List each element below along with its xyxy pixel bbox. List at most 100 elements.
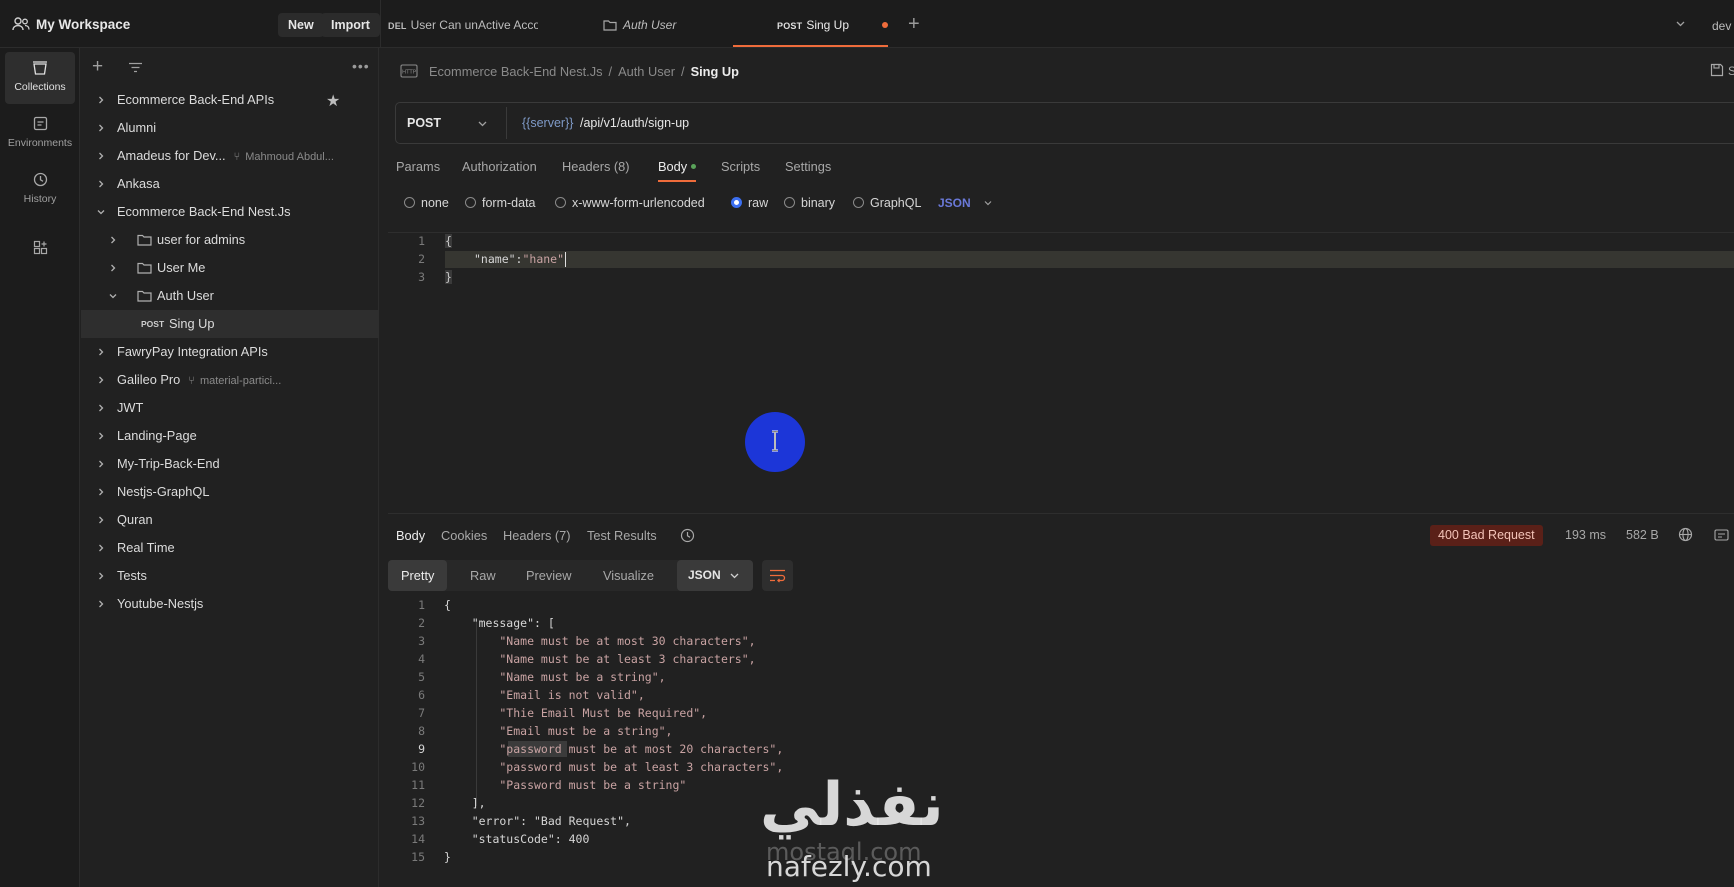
- save-response-icon[interactable]: [1714, 529, 1729, 541]
- environment-selector[interactable]: dev: [1712, 19, 1731, 33]
- rail-history[interactable]: History: [5, 164, 75, 216]
- line-number: 2: [418, 252, 425, 266]
- filter-icon[interactable]: [128, 62, 143, 73]
- tab-params[interactable]: Params: [396, 159, 440, 174]
- divider: [380, 0, 381, 48]
- sidebar-item-sing-up[interactable]: POST Sing Up: [81, 310, 379, 338]
- tab-sing-up[interactable]: POST Sing Up: [733, 0, 888, 48]
- code-line: "password must be at least 3 characters"…: [444, 760, 784, 774]
- tab-headers[interactable]: Headers (8): [562, 159, 630, 174]
- sidebar-item-tests[interactable]: Tests: [81, 562, 379, 590]
- body-mode-raw[interactable]: raw: [731, 196, 768, 210]
- import-button[interactable]: Import: [321, 13, 380, 37]
- url-variable[interactable]: {{server}}: [522, 116, 573, 130]
- radio-label: x-www-form-urlencoded: [572, 196, 705, 210]
- line-number: 7: [418, 706, 425, 720]
- chevron-down-icon[interactable]: [730, 571, 739, 580]
- sidebar-item-amadeus[interactable]: Amadeus for Dev... ⑂ Mahmoud Abdul...: [81, 142, 379, 170]
- response-language-select[interactable]: JSON: [677, 560, 753, 591]
- globe-icon[interactable]: [1678, 527, 1693, 542]
- body-indicator-dot: [691, 164, 696, 169]
- format-visualize[interactable]: Visualize: [590, 560, 667, 591]
- response-size[interactable]: 582 B: [1626, 528, 1659, 542]
- response-tab-headers[interactable]: Headers (7): [503, 528, 571, 543]
- url-input[interactable]: /api/v1/auth/sign-up: [580, 116, 689, 130]
- apps-grid-icon: [33, 240, 47, 255]
- code-line: }: [444, 850, 451, 864]
- format-pretty[interactable]: Pretty: [388, 560, 448, 591]
- sidebar-item-my-trip[interactable]: My-Trip-Back-End: [81, 450, 379, 478]
- sidebar-item-label: My-Trip-Back-End: [117, 456, 220, 471]
- response-tab-test-results[interactable]: Test Results: [587, 528, 657, 543]
- body-mode-form-data[interactable]: form-data: [465, 196, 536, 210]
- tab-body[interactable]: Body: [658, 159, 687, 174]
- chevron-right-icon: [99, 180, 104, 188]
- tab-scripts[interactable]: Scripts: [721, 159, 760, 174]
- sidebar-item-ankasa[interactable]: Ankasa: [81, 170, 379, 198]
- request-body-editor[interactable]: [388, 232, 1734, 514]
- body-mode-none[interactable]: none: [404, 196, 449, 210]
- sidebar-item-label: Youtube-Nestjs: [117, 596, 204, 611]
- tab-auth-user[interactable]: Auth User: [603, 0, 753, 48]
- history-icon[interactable]: [680, 528, 695, 543]
- star-icon[interactable]: ★: [326, 91, 340, 111]
- environment-icon: [33, 116, 47, 131]
- sidebar-item-user-for-admins[interactable]: user for admins: [81, 226, 379, 254]
- breadcrumb-current[interactable]: Sing Up: [691, 64, 739, 79]
- sidebar-item-fawrypay[interactable]: FawryPay Integration APIs: [81, 338, 379, 366]
- save-button-label[interactable]: S: [1728, 64, 1734, 78]
- save-icon[interactable]: [1710, 63, 1724, 77]
- sidebar-item-quran[interactable]: Quran: [81, 506, 379, 534]
- http-icon: HTTP: [400, 64, 418, 78]
- code-line: "Name must be at most 30 characters",: [444, 634, 756, 648]
- add-collection-plus-icon[interactable]: +: [92, 56, 103, 78]
- sidebar-item-jwt[interactable]: JWT: [81, 394, 379, 422]
- body-mode-urlencoded[interactable]: x-www-form-urlencoded: [555, 196, 705, 210]
- more-options-icon[interactable]: •••: [352, 58, 370, 74]
- chevron-down-icon[interactable]: [478, 119, 487, 128]
- sidebar-item-alumni[interactable]: Alumni: [81, 114, 379, 142]
- code-brace: }: [445, 270, 452, 284]
- rail-history-label: History: [23, 193, 57, 205]
- sidebar-item-real-time[interactable]: Real Time: [81, 534, 379, 562]
- tab-method: POST: [777, 21, 803, 31]
- sidebar-item-galileo[interactable]: Galileo Pro ⑂ material-partici...: [81, 366, 379, 394]
- sidebar-item-auth-user[interactable]: Auth User: [81, 282, 379, 310]
- chevron-down-icon[interactable]: [984, 199, 992, 207]
- sidebar-item-label: JWT: [117, 400, 144, 415]
- chevron-down-icon: [97, 210, 105, 215]
- new-tab-plus-icon[interactable]: +: [908, 13, 920, 36]
- sidebar-item-user-me[interactable]: User Me: [81, 254, 379, 282]
- sidebar-item-youtube-nestjs[interactable]: Youtube-Nestjs: [81, 590, 379, 618]
- sidebar-item-landing-page[interactable]: Landing-Page: [81, 422, 379, 450]
- chevron-down-icon[interactable]: [1676, 19, 1685, 28]
- response-tab-body[interactable]: Body: [396, 528, 425, 543]
- tab-authorization[interactable]: Authorization: [462, 159, 537, 174]
- sidebar-item-label: Ecommerce Back-End Nest.Js: [117, 204, 291, 219]
- response-tab-cookies[interactable]: Cookies: [441, 528, 487, 543]
- breadcrumb-folder[interactable]: Auth User: [618, 64, 675, 79]
- rail-environments[interactable]: Environments: [5, 108, 75, 160]
- rail-apps[interactable]: [5, 238, 75, 262]
- status-badge[interactable]: 400 Bad Request: [1430, 525, 1543, 546]
- chevron-right-icon: [99, 152, 104, 160]
- rail-collections[interactable]: Collections: [5, 52, 75, 104]
- response-time[interactable]: 193 ms: [1565, 528, 1606, 542]
- tab-user-can-unactive[interactable]: DEL User Can unActive Acco: [388, 0, 538, 48]
- tab-settings[interactable]: Settings: [785, 159, 831, 174]
- body-mode-binary[interactable]: binary: [784, 196, 835, 210]
- method-select[interactable]: POST: [407, 116, 441, 130]
- breadcrumb-collection[interactable]: Ecommerce Back-End Nest.Js: [429, 64, 603, 79]
- format-raw[interactable]: Raw: [457, 560, 509, 591]
- format-preview[interactable]: Preview: [513, 560, 585, 591]
- folder-icon: [137, 234, 152, 246]
- body-mode-graphql[interactable]: GraphQL: [853, 196, 921, 210]
- chevron-right-icon: [99, 376, 104, 384]
- new-button[interactable]: New: [278, 13, 324, 37]
- workspace-title[interactable]: My Workspace: [36, 17, 130, 32]
- line-number: 2: [418, 616, 425, 630]
- sidebar-item-ecommerce-nestjs[interactable]: Ecommerce Back-End Nest.Js: [81, 198, 379, 226]
- raw-type-select[interactable]: JSON: [938, 196, 971, 210]
- trash-bin-icon: [33, 61, 47, 75]
- sidebar-item-nestjs-graphql[interactable]: Nestjs-GraphQL: [81, 478, 379, 506]
